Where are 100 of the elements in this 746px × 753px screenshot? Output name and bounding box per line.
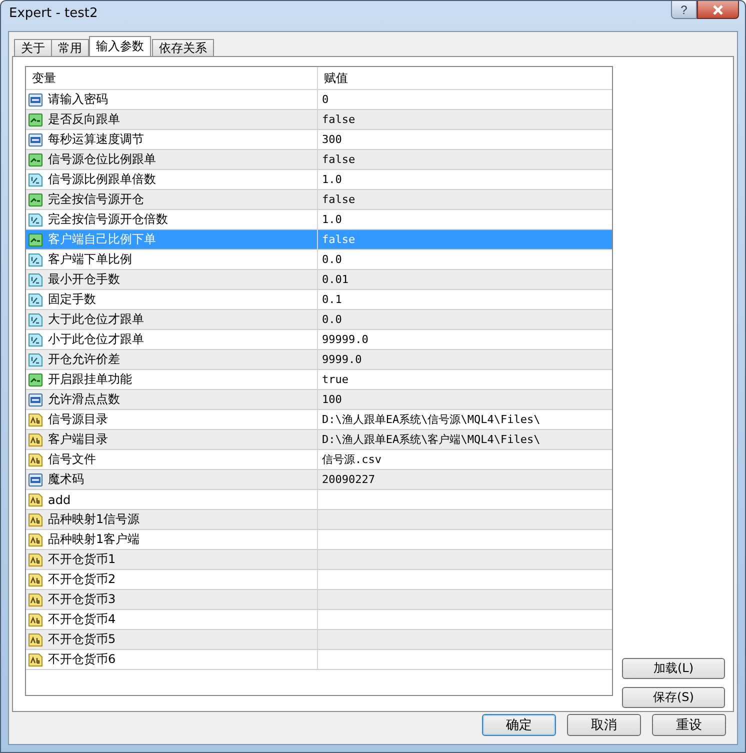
variable-value: 300 bbox=[322, 133, 342, 146]
fraction-icon bbox=[28, 352, 44, 368]
fraction-icon bbox=[28, 292, 44, 308]
variable-name: 客户端目录 bbox=[48, 431, 108, 448]
variable-name: 大于此仓位才跟单 bbox=[48, 311, 144, 328]
fraction-icon bbox=[28, 272, 44, 288]
variable-name: 不开仓货币2 bbox=[48, 571, 116, 588]
fraction-icon bbox=[28, 312, 44, 328]
variable-value: 信号源.csv bbox=[322, 452, 382, 467]
variable-name: 完全按信号源开仓 bbox=[48, 191, 144, 208]
fraction-icon bbox=[28, 212, 44, 228]
text-icon bbox=[28, 432, 44, 448]
variable-name: 不开仓货币4 bbox=[48, 611, 116, 628]
variable-name: 客户端自己比例下单 bbox=[48, 231, 156, 248]
checkmark-icon bbox=[28, 372, 44, 388]
variable-name: 最小开仓手数 bbox=[48, 271, 120, 288]
side-button[interactable]: 加载(L) bbox=[622, 658, 725, 679]
variable-name: 允许滑点点数 bbox=[48, 391, 120, 408]
variable-value: 100 bbox=[322, 393, 342, 406]
table-row[interactable]: 不开仓货币3 bbox=[26, 590, 612, 610]
help-button[interactable]: ? bbox=[671, 1, 697, 19]
table-row[interactable]: 最小开仓手数 0.01 bbox=[26, 270, 612, 290]
close-button[interactable] bbox=[697, 1, 739, 19]
table-row[interactable]: 信号源仓位比例跟单 false bbox=[26, 150, 612, 170]
fraction-icon bbox=[28, 332, 44, 348]
variable-name: 不开仓货币5 bbox=[48, 631, 116, 648]
fraction-icon bbox=[28, 252, 44, 268]
dialog-button[interactable]: 确定 bbox=[482, 714, 556, 736]
variable-name: 品种映射1信号源 bbox=[48, 511, 140, 528]
variable-name: 不开仓货币3 bbox=[48, 591, 116, 608]
checkmark-icon bbox=[28, 232, 44, 248]
variable-value: 0.0 bbox=[322, 253, 342, 266]
checkmark-icon bbox=[28, 152, 44, 168]
variable-value: 20090227 bbox=[322, 473, 375, 486]
text-icon bbox=[28, 592, 44, 608]
variable-value: false bbox=[322, 233, 356, 246]
tab[interactable]: 依存关系 bbox=[152, 39, 214, 56]
variable-name: 是否反向跟单 bbox=[48, 111, 120, 128]
table-row[interactable]: 品种映射1信号源 bbox=[26, 510, 612, 530]
tab[interactable]: 关于 bbox=[14, 39, 52, 56]
variable-name: 品种映射1客户端 bbox=[48, 531, 140, 548]
variable-name: 信号文件 bbox=[48, 451, 96, 468]
checkmark-icon bbox=[28, 192, 44, 208]
variable-value: D:\渔人跟单EA系统\信号源\MQL4\Files\ bbox=[322, 412, 540, 427]
variable-name: 不开仓货币6 bbox=[48, 651, 116, 668]
table-row[interactable]: 客户端目录 D:\渔人跟单EA系统\客户端\MQL4\Files\ bbox=[26, 430, 612, 450]
variable-name: 信号源比例跟单倍数 bbox=[48, 171, 156, 188]
integer-icon bbox=[28, 132, 44, 148]
table-row[interactable]: 完全按信号源开仓 false bbox=[26, 190, 612, 210]
text-icon bbox=[28, 572, 44, 588]
text-icon bbox=[28, 652, 44, 668]
tab[interactable]: 输入参数 bbox=[89, 36, 151, 56]
fraction-icon bbox=[28, 172, 44, 188]
table-row[interactable]: 开仓允许价差 9999.0 bbox=[26, 350, 612, 370]
variable-value: 0.0 bbox=[322, 313, 342, 326]
dialog-button[interactable]: 重设 bbox=[652, 714, 726, 736]
variable-value: 0.1 bbox=[322, 293, 342, 306]
text-icon bbox=[28, 612, 44, 628]
column-header[interactable]: 变量 bbox=[26, 67, 318, 89]
side-button[interactable]: 保存(S) bbox=[622, 687, 725, 708]
variable-value: 0 bbox=[322, 93, 329, 106]
text-icon bbox=[28, 492, 44, 508]
variable-name: 信号源仓位比例跟单 bbox=[48, 151, 156, 168]
variable-value: false bbox=[322, 193, 356, 206]
variable-name: 小于此仓位才跟单 bbox=[48, 331, 144, 348]
variable-name: 完全按信号源开仓倍数 bbox=[48, 211, 168, 228]
variable-name: 开启跟挂单功能 bbox=[48, 371, 132, 388]
variable-value: 0.01 bbox=[322, 273, 348, 286]
variable-name: 不开仓货币1 bbox=[48, 551, 116, 568]
close-icon bbox=[711, 4, 725, 14]
variable-value: 1.0 bbox=[322, 173, 342, 186]
text-icon bbox=[28, 552, 44, 568]
variable-name: add bbox=[48, 492, 71, 506]
variable-value: D:\渔人跟单EA系统\客户端\MQL4\Files\ bbox=[322, 432, 540, 447]
table-row[interactable]: 魔术码 20090227 bbox=[26, 470, 612, 490]
text-icon bbox=[28, 412, 44, 428]
integer-icon bbox=[28, 92, 44, 108]
table-row[interactable]: 是否反向跟单 false bbox=[26, 110, 612, 130]
variable-name: 客户端下单比例 bbox=[48, 251, 132, 268]
variable-value: 99999.0 bbox=[322, 333, 368, 346]
integer-icon bbox=[28, 392, 44, 408]
table-row[interactable]: 不开仓货币6 bbox=[26, 650, 612, 670]
text-icon bbox=[28, 532, 44, 548]
table-row[interactable]: 不开仓货币5 bbox=[26, 630, 612, 650]
variable-value: 9999.0 bbox=[322, 353, 362, 366]
variable-value: true bbox=[322, 373, 348, 386]
variable-name: 魔术码 bbox=[48, 471, 84, 488]
tab[interactable]: 常用 bbox=[51, 39, 89, 56]
variable-name: 请输入密码 bbox=[48, 91, 108, 108]
integer-icon bbox=[28, 472, 44, 488]
variable-name: 固定手数 bbox=[48, 291, 96, 308]
table-row[interactable]: 允许滑点点数 100 bbox=[26, 390, 612, 410]
variable-name: 信号源目录 bbox=[48, 411, 108, 428]
table-row[interactable]: 不开仓货币1 bbox=[26, 550, 612, 570]
column-header[interactable]: 赋值 bbox=[318, 67, 612, 89]
text-icon bbox=[28, 512, 44, 528]
checkmark-icon bbox=[28, 112, 44, 128]
text-icon bbox=[28, 452, 44, 468]
table-row[interactable]: 大于此仓位才跟单 0.0 bbox=[26, 310, 612, 330]
dialog-button[interactable]: 取消 bbox=[567, 714, 641, 736]
